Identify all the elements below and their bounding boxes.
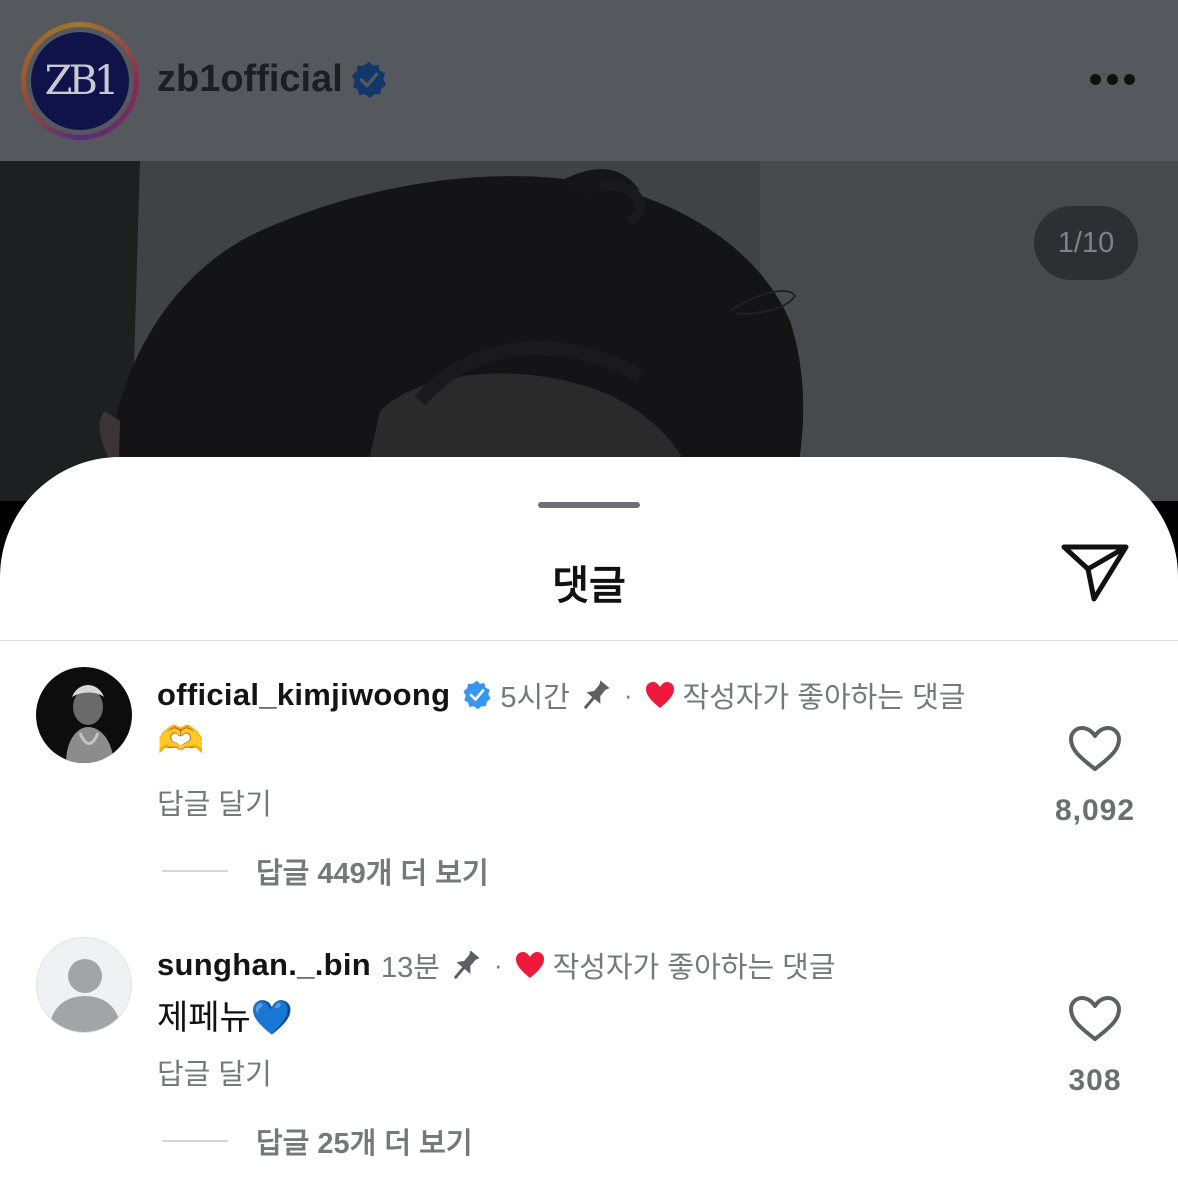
comment-time: 5시간 (500, 682, 570, 714)
comments-sheet: 댓글 official_kimjiwoong 5시간 · 작성자가 좋아하는 댓… (0, 457, 1178, 1181)
like-count: 308 (1068, 1064, 1122, 1097)
share-icon[interactable] (1060, 541, 1130, 605)
comment-username[interactable]: official_kimjiwoong (157, 677, 450, 713)
comment-text: 제페뉴💙 (157, 999, 294, 1037)
thread-line (162, 1140, 228, 1142)
heart-icon (515, 952, 544, 978)
reply-button[interactable]: 답글 달기 (157, 1051, 272, 1093)
commenter-avatar[interactable] (36, 667, 132, 763)
pin-icon (454, 950, 480, 979)
sheet-title: 댓글 (552, 564, 626, 608)
view-replies-label: 답글 25개 더 보기 (256, 1128, 473, 1160)
thread-line (162, 870, 228, 872)
separator-dot: · (493, 949, 503, 980)
photo-content (0, 161, 1178, 501)
default-avatar-icon (37, 938, 131, 1032)
comment-time: 13분 (381, 952, 440, 984)
pin-icon (584, 680, 610, 709)
like-heart-icon[interactable] (1068, 725, 1122, 773)
more-icon[interactable] (1088, 72, 1138, 88)
like-heart-icon[interactable] (1068, 995, 1122, 1043)
verified-icon (351, 61, 387, 99)
view-replies-label: 답글 449개 더 보기 (256, 858, 489, 890)
separator-dot: · (623, 679, 633, 710)
post-author-avatar[interactable]: ZB1 (21, 22, 139, 140)
comment-username[interactable]: sunghan._.bin (157, 947, 371, 983)
liked-by-author-label: 작성자가 좋아하는 댓글 (552, 952, 836, 984)
like-count: 8,092 (1054, 794, 1136, 827)
commenter-avatar[interactable] (36, 937, 132, 1033)
post-header: ZB1 zb1official (0, 0, 1178, 161)
post-username[interactable]: zb1official (157, 58, 343, 101)
sheet-divider (0, 640, 1178, 641)
sheet-grabber[interactable] (538, 502, 640, 508)
zb1-logo: ZB1 (31, 32, 129, 130)
view-replies-button[interactable]: 답글 25개 더 보기 (162, 1120, 473, 1162)
comment-text: 🫶 (157, 720, 205, 762)
heart-icon (645, 682, 674, 708)
liked-by-author-label: 작성자가 좋아하는 댓글 (682, 682, 966, 714)
post-photo[interactable] (0, 161, 1178, 501)
reply-button[interactable]: 답글 달기 (157, 781, 272, 823)
carousel-counter: 1/10 (1034, 206, 1138, 280)
avatar-photo (36, 667, 132, 763)
verified-icon (463, 680, 491, 710)
view-replies-button[interactable]: 답글 449개 더 보기 (162, 850, 489, 892)
